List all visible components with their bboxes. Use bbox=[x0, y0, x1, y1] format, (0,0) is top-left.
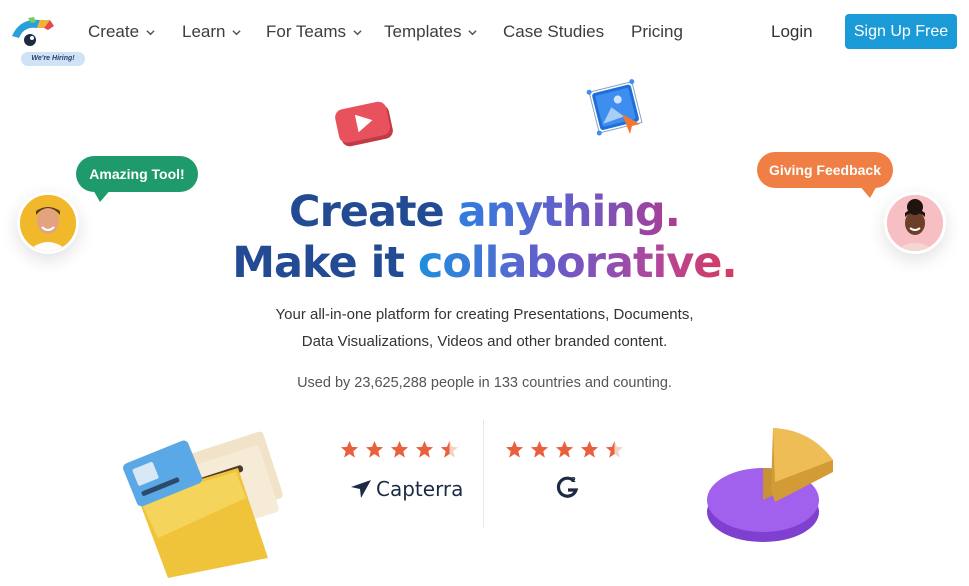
nav-item-for-teams[interactable]: For Teams bbox=[266, 20, 362, 44]
star-half-icon bbox=[605, 440, 624, 458]
chevron-down-icon bbox=[232, 29, 242, 35]
image-edit-icon bbox=[586, 79, 643, 136]
headline-word: Create bbox=[289, 187, 445, 237]
testimonial-bubble-right: Giving Feedback bbox=[757, 152, 893, 188]
nav-item-label: For Teams bbox=[266, 22, 346, 41]
hero-headline-line2: Make it collaborative. bbox=[0, 237, 969, 289]
nav-item-templates[interactable]: Templates bbox=[384, 20, 478, 44]
chevron-down-icon bbox=[353, 29, 362, 35]
star-icon bbox=[340, 440, 359, 458]
star-rating bbox=[505, 440, 635, 462]
nav-item-case-studies[interactable]: Case Studies bbox=[503, 20, 604, 44]
chevron-down-icon bbox=[468, 29, 478, 35]
logo-icon[interactable] bbox=[10, 14, 56, 50]
nav-item-label: Create bbox=[88, 22, 140, 41]
star-icon bbox=[390, 440, 409, 458]
pie-chart-illustration bbox=[707, 428, 833, 542]
nav-item-label: Learn bbox=[182, 22, 226, 41]
video-play-icon bbox=[335, 101, 393, 147]
star-icon bbox=[415, 440, 434, 458]
nav-item-label: Case Studies bbox=[503, 22, 605, 41]
capterra-logo: Capterra bbox=[350, 477, 463, 501]
svg-text:2: 2 bbox=[571, 476, 576, 484]
star-rating bbox=[340, 440, 470, 462]
rating-capterra[interactable]: Capterra bbox=[340, 440, 470, 506]
folder-illustration bbox=[123, 431, 283, 578]
rating-g2[interactable]: 2 bbox=[505, 440, 635, 506]
usage-stat: Used by 23,625,288 people in 133 countri… bbox=[297, 375, 672, 391]
nav-item-pricing[interactable]: Pricing bbox=[631, 20, 683, 44]
capterra-logo-text: Capterra bbox=[376, 477, 464, 501]
headline-word: Make it bbox=[232, 238, 405, 288]
star-icon bbox=[555, 440, 574, 458]
g2-icon: 2 bbox=[556, 476, 579, 498]
nav-item-learn[interactable]: Learn bbox=[182, 20, 242, 44]
hero-headline-line1: Create anything. bbox=[0, 186, 969, 238]
nav-item-label: Pricing bbox=[631, 22, 683, 41]
top-navigation: We're Hiring! Create Learn For Teams Tem… bbox=[0, 0, 969, 66]
hero-subtitle-line2: Data Visualizations, Videos and other br… bbox=[301, 333, 668, 350]
headline-word-gradient: collaborative. bbox=[417, 238, 738, 288]
chevron-down-icon bbox=[146, 29, 155, 35]
headline-word-gradient: anything. bbox=[457, 187, 681, 237]
hiring-badge[interactable]: We're Hiring! bbox=[21, 52, 85, 66]
login-link[interactable]: Login bbox=[771, 20, 813, 44]
nav-item-create[interactable]: Create bbox=[88, 20, 155, 44]
star-icon bbox=[580, 440, 599, 458]
star-icon bbox=[530, 440, 549, 458]
star-half-icon bbox=[440, 440, 459, 458]
signup-button[interactable]: Sign Up Free bbox=[845, 14, 957, 49]
star-icon bbox=[365, 440, 384, 458]
rating-divider bbox=[483, 420, 484, 528]
nav-item-label: Templates bbox=[384, 22, 462, 41]
star-icon bbox=[505, 440, 524, 458]
capterra-icon bbox=[351, 480, 371, 498]
hero-subtitle-line1: Your all-in-one platform for creating Pr… bbox=[275, 306, 694, 323]
